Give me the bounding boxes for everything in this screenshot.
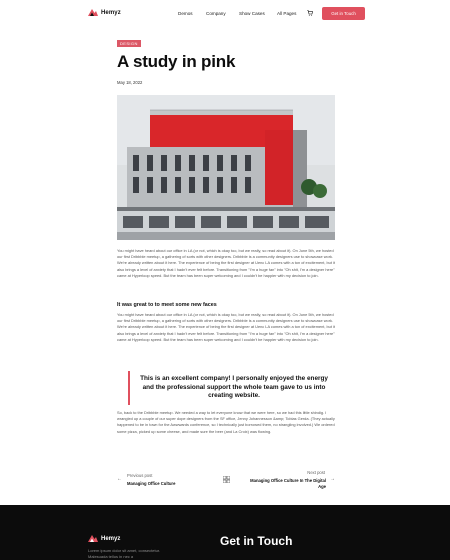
footer-brand-name: Hemyz xyxy=(101,535,121,542)
footer-description: Lorem ipsum dolor sit amet, consectetur.… xyxy=(88,548,161,559)
article-paragraph-1: You might have heard about our office in… xyxy=(117,248,335,278)
next-post-label: Next post xyxy=(307,470,325,475)
site-header: Hemyz Demos Company Show Cases All Pages… xyxy=(0,0,450,28)
get-in-touch-button[interactable]: Get in Touch xyxy=(322,7,365,20)
site-footer: Hemyz Lorem ipsum dolor sit amet, consec… xyxy=(0,505,450,560)
testimonial-quote: This is an excellent company! I personal… xyxy=(128,371,328,405)
category-badge[interactable]: DESIGN xyxy=(117,40,141,47)
footer-get-in-touch-heading: Get in Touch xyxy=(220,534,293,548)
hero-building-image xyxy=(117,95,335,240)
grid-icon[interactable] xyxy=(223,476,230,483)
section-heading: It was great to to meet some new faces xyxy=(117,302,217,308)
brand-logo[interactable]: Hemyz xyxy=(88,9,121,16)
previous-post-label: Previous post xyxy=(127,473,153,478)
arrow-left-icon[interactable]: ← xyxy=(117,476,122,482)
nav-show-cases[interactable]: Show Cases xyxy=(239,11,265,16)
brand-name: Hemyz xyxy=(101,9,121,16)
article-paragraph-2: You might have heard about our office in… xyxy=(117,312,335,342)
quote-text: This is an excellent company! I personal… xyxy=(140,375,328,400)
previous-post-link[interactable]: Managing Office Culture xyxy=(127,481,175,486)
footer-logo-mark-icon xyxy=(88,535,98,542)
footer-logo[interactable]: Hemyz xyxy=(88,535,120,542)
nav-all-pages[interactable]: All Pages xyxy=(277,11,296,16)
arrow-right-icon[interactable]: → xyxy=(330,476,335,482)
nav-demos[interactable]: Demos xyxy=(178,11,193,16)
next-post-link[interactable]: Managing Office Culture In The Digital A… xyxy=(250,478,326,490)
post-date: May 18, 2022 xyxy=(117,80,143,85)
article-paragraph-3: So, back to the Dribbble meetup. We need… xyxy=(117,410,335,434)
page-title: A study in pink xyxy=(117,52,236,71)
nav-company[interactable]: Company xyxy=(206,11,226,16)
cart-icon[interactable] xyxy=(307,10,313,16)
logo-mark-icon xyxy=(88,9,98,16)
